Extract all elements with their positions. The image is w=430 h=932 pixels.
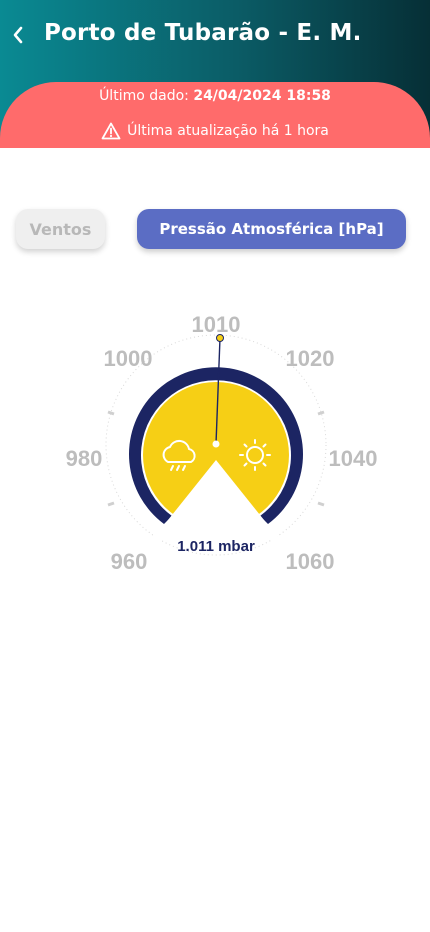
back-button[interactable] xyxy=(6,22,30,48)
tick-label-1000: 1000 xyxy=(104,346,153,371)
page-title: Porto de Tubarão - E. M. xyxy=(44,20,362,46)
tick-label-960: 960 xyxy=(111,549,148,574)
tab-pressao[interactable]: Pressão Atmosférica [hPa] xyxy=(137,209,406,249)
tick-label-1020: 1020 xyxy=(286,346,335,371)
pressure-gauge: 960 980 1000 1010 1020 1040 1060 1.011 m… xyxy=(66,312,378,574)
tick-label-980: 980 xyxy=(66,446,103,471)
last-data-label: Último dado: xyxy=(99,88,189,104)
tick-label-1040: 1040 xyxy=(329,446,378,471)
last-data-row: Último dado: 24/04/2024 18:58 xyxy=(0,88,430,104)
last-data-value: 24/04/2024 18:58 xyxy=(193,88,331,104)
gauge-tick-mark xyxy=(317,410,325,416)
gauge-tick-mark xyxy=(317,501,325,507)
last-update-text: Última atualização há 1 hora xyxy=(127,123,329,139)
header: Porto de Tubarão - E. M. Último dado: 24… xyxy=(0,0,430,148)
tick-label-1010: 1010 xyxy=(192,312,241,337)
gauge-reading: 1.011 mbar xyxy=(177,538,255,555)
gauge-tick-mark xyxy=(107,501,115,507)
tab-ventos[interactable]: Ventos xyxy=(16,209,105,249)
last-update-row: Última atualização há 1 hora xyxy=(0,122,430,140)
tick-label-1060: 1060 xyxy=(286,549,335,574)
warning-icon xyxy=(101,122,121,140)
gauge-needle-hub xyxy=(212,440,220,448)
chevron-left-icon xyxy=(13,26,23,44)
gauge-tick-mark xyxy=(107,410,115,416)
